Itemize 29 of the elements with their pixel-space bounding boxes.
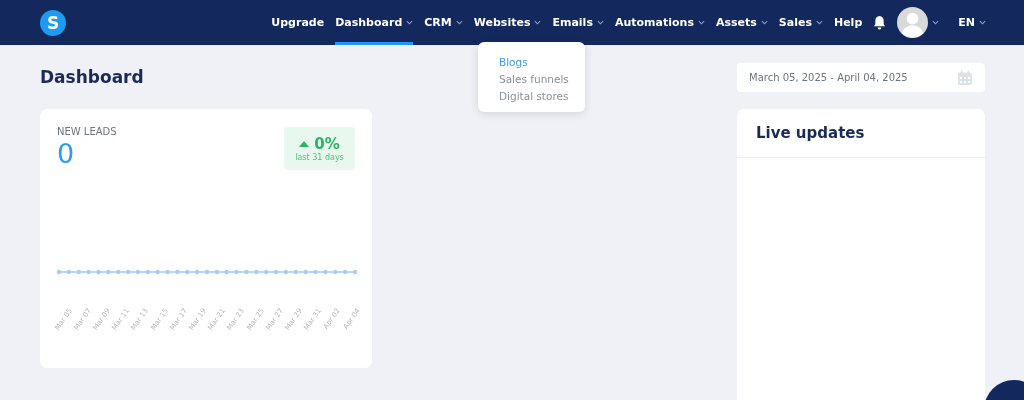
caret-icon bbox=[534, 20, 542, 25]
leads-count: 0 bbox=[57, 137, 76, 171]
nav-link[interactable]: Automations bbox=[614, 0, 705, 45]
page-title: Dashboard bbox=[40, 67, 145, 89]
card-title: Live updates bbox=[737, 109, 985, 158]
nav-link[interactable]: Emails bbox=[552, 0, 604, 45]
caret-icon[interactable] bbox=[932, 20, 940, 25]
caret-icon bbox=[455, 20, 463, 25]
caret-icon bbox=[406, 20, 414, 25]
nav-link[interactable]: Sales bbox=[778, 0, 823, 45]
caret-icon bbox=[697, 20, 705, 25]
nav-link[interactable]: Help bbox=[833, 0, 863, 45]
change-percent: 0% bbox=[314, 135, 340, 153]
nav-link[interactable]: Dashboard bbox=[335, 0, 414, 45]
nav-link[interactable]: Assets bbox=[715, 0, 768, 45]
date-range-field[interactable]: March 05, 2025 - April 04, 2025 bbox=[737, 63, 985, 92]
nav-link[interactable]: Upgrade bbox=[271, 0, 325, 45]
caret-icon bbox=[760, 20, 768, 25]
up-triangle-icon bbox=[299, 141, 310, 147]
language-selector[interactable]: EN bbox=[958, 0, 986, 45]
caret-icon bbox=[979, 20, 986, 25]
card-title: NEW LEADS bbox=[57, 126, 117, 137]
period-label: last 31 days bbox=[295, 153, 344, 162]
nav-link[interactable]: Websites bbox=[473, 0, 542, 45]
avatar-icon[interactable] bbox=[897, 7, 929, 38]
caret-icon bbox=[596, 20, 604, 25]
bell-icon[interactable] bbox=[873, 15, 887, 30]
nav-link[interactable]: CRM bbox=[424, 0, 463, 45]
caret-icon bbox=[815, 20, 823, 25]
